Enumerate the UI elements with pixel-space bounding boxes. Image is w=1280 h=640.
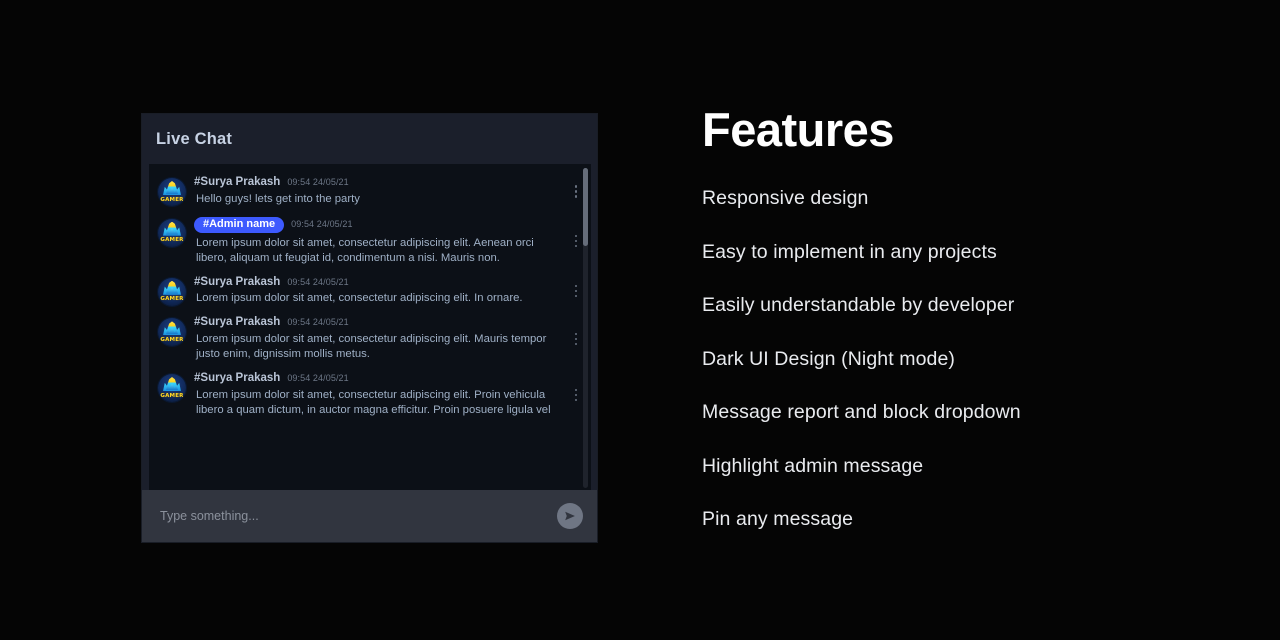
- message-content: #Surya Prakash 09:54 24/05/21 Lorem ipsum …: [186, 316, 567, 362]
- message-content: #Admin name 09:54 24/05/21 Lorem ipsum dol…: [186, 216, 567, 266]
- message-meta: #Surya Prakash 09:54 24/05/21: [194, 176, 567, 189]
- chat-message: GAMER #Surya Prakash 09:54 24/05/21 Lorem i…: [149, 271, 591, 312]
- message-username[interactable]: #Surya Prakash: [194, 176, 280, 189]
- avatar[interactable]: GAMER: [158, 218, 186, 247]
- features-title: Features: [702, 103, 894, 156]
- avatar-label: GAMER: [160, 336, 184, 343]
- avatar[interactable]: GAMER: [158, 374, 186, 403]
- kebab-menu-icon[interactable]: [569, 331, 583, 347]
- avatar[interactable]: GAMER: [158, 277, 186, 306]
- kebab-menu-icon[interactable]: [569, 233, 583, 249]
- features-section: Features Responsive design Easy to implem…: [702, 106, 1222, 530]
- feature-item: Highlight admin message: [702, 454, 924, 477]
- message-timestamp: 09:54 24/05/21: [287, 177, 349, 187]
- send-icon: [563, 509, 577, 523]
- chat-message: GAMER #Surya Prakash 09:54 24/05/21 Lorem i…: [149, 367, 591, 423]
- message-meta: #Surya Prakash 09:54 24/05/21: [194, 316, 567, 329]
- message-timestamp: 09:54 24/05/21: [287, 373, 349, 384]
- admin-badge[interactable]: #Admin name: [194, 216, 285, 233]
- message-timestamp: 09:54 24/05/21: [287, 317, 349, 328]
- message-text: Lorem ipsum dolor sit amet, consectetur …: [196, 332, 547, 360]
- message-content: #Surya Prakash 09:54 24/05/21 Lorem ipsum …: [186, 276, 567, 307]
- chat-title: Live Chat: [156, 129, 233, 148]
- features-list: Responsive design Easy to implement in an…: [702, 187, 1222, 530]
- feature-item: Dark UI Design (Night mode): [702, 347, 956, 370]
- message-username[interactable]: #Surya Prakash: [194, 316, 280, 329]
- live-chat-panel: Live Chat GAMER #Surya Prakash 09:54 24/05…: [141, 113, 598, 543]
- chat-body-wrapper: GAMER #Surya Prakash 09:54 24/05/21 Hello g…: [142, 164, 597, 490]
- message-content: #Surya Prakash 09:54 24/05/21 Lorem ipsum …: [186, 372, 567, 418]
- avatar[interactable]: GAMER: [158, 318, 186, 347]
- message-text: Lorem ipsum dolor sit amet, consectetur …: [196, 292, 523, 305]
- chat-message: GAMER #Surya Prakash 09:54 24/05/21 Lorem i…: [149, 311, 591, 367]
- message-text: Hello guys! lets get into the party: [196, 192, 360, 205]
- message-timestamp: 09:54 24/05/21: [291, 218, 353, 229]
- feature-item: Easily understandable by developer: [702, 294, 1015, 316]
- message-composer: [142, 490, 597, 542]
- message-username[interactable]: #Surya Prakash: [194, 276, 280, 289]
- feature-item: Pin any message: [702, 508, 854, 530]
- message-meta: #Admin name 09:54 24/05/21: [194, 216, 567, 233]
- crown-icon: [163, 377, 181, 392]
- avatar-label: GAMER: [160, 392, 184, 399]
- message-meta: #Surya Prakash 09:54 24/05/21: [194, 372, 567, 385]
- chat-message: GAMER #Surya Prakash 09:54 24/05/21 Hello g…: [149, 171, 591, 212]
- message-timestamp: 09:54 24/05/21: [287, 276, 349, 287]
- message-content: #Surya Prakash 09:54 24/05/21 Hello guys! …: [186, 176, 567, 207]
- messages-container: GAMER #Surya Prakash 09:54 24/05/21 Hello g…: [149, 171, 591, 423]
- crown-icon: [163, 321, 181, 336]
- kebab-menu-icon[interactable]: [569, 387, 583, 403]
- avatar[interactable]: GAMER: [158, 178, 186, 206]
- page-root: Live Chat GAMER #Surya Prakash 09:54 24/05…: [0, 0, 1280, 640]
- avatar-label: GAMER: [160, 196, 184, 203]
- send-button[interactable]: [557, 503, 583, 529]
- chat-header: Live Chat: [142, 114, 597, 164]
- feature-item: Responsive design: [702, 187, 869, 209]
- kebab-menu-icon[interactable]: [569, 283, 583, 299]
- message-meta: #Surya Prakash 09:54 24/05/21: [194, 276, 567, 289]
- feature-item: Easy to implement in any projects: [702, 240, 997, 263]
- feature-item: Message report and block dropdown: [702, 401, 1021, 423]
- kebab-menu-icon[interactable]: [569, 183, 583, 199]
- avatar-label: GAMER: [160, 296, 184, 303]
- scrollbar-thumb[interactable]: [583, 168, 588, 246]
- message-username[interactable]: #Surya Prakash: [194, 372, 280, 385]
- crown-icon: [163, 181, 181, 195]
- chat-message: GAMER #Admin name 09:54 24/05/21 Lorem ipsu…: [149, 212, 591, 271]
- message-text: Lorem ipsum dolor sit amet, consectetur …: [196, 388, 551, 416]
- avatar-label: GAMER: [160, 237, 184, 244]
- crown-icon: [163, 280, 181, 295]
- message-input[interactable]: [160, 509, 557, 523]
- message-text: Lorem ipsum dolor sit amet, consectetur …: [196, 236, 534, 264]
- crown-icon: [163, 221, 181, 236]
- message-list[interactable]: GAMER #Surya Prakash 09:54 24/05/21 Hello g…: [149, 164, 591, 490]
